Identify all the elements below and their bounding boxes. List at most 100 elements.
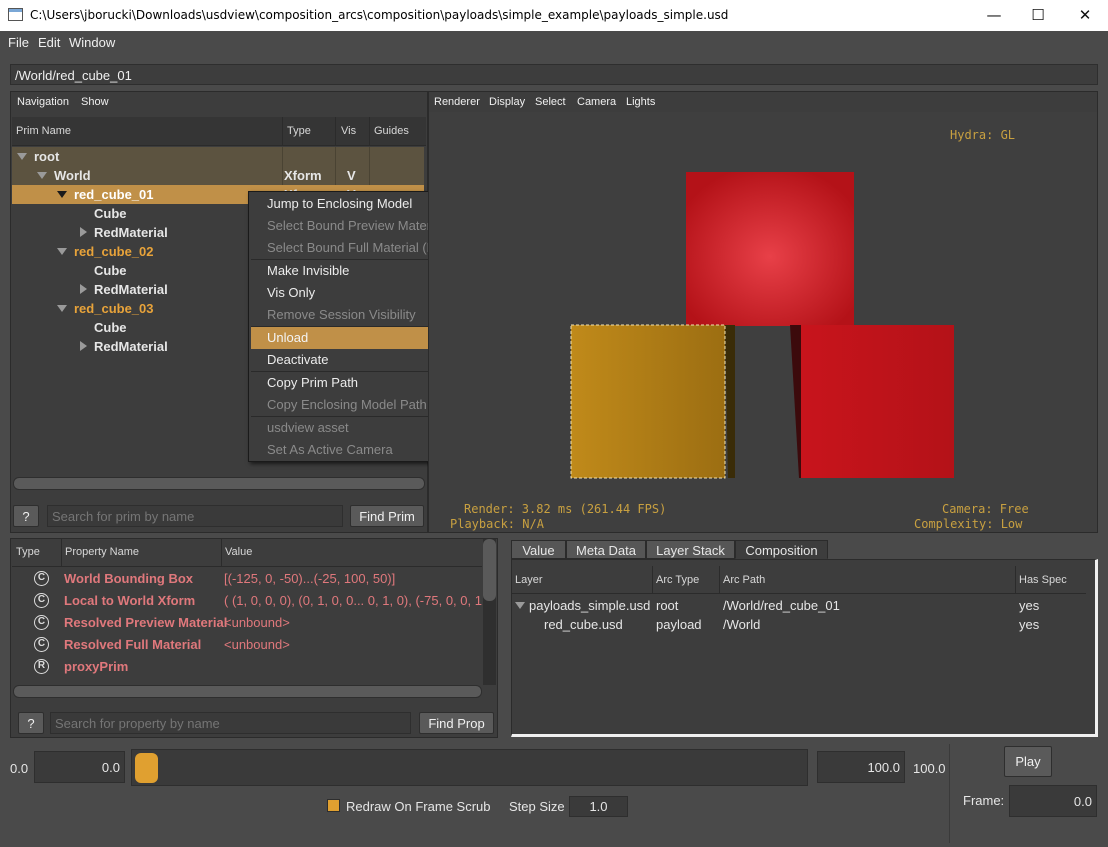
menu-file[interactable]: File (8, 35, 29, 50)
play-button[interactable]: Play (1004, 746, 1052, 777)
red-cube-02-face[interactable] (686, 172, 854, 326)
scrollbar-thumb[interactable] (483, 539, 496, 601)
render-stats: Render: 3.82 ms (261.44 FPS) (464, 502, 667, 516)
expand-arrow-icon[interactable] (57, 248, 67, 255)
property-row[interactable]: C Resolved Preview Material <unbound> (12, 612, 482, 634)
property-table: C World Bounding Box [(-125, 0, -50)...(… (12, 568, 482, 684)
red-cube-03-face[interactable] (801, 325, 954, 478)
expand-arrow-icon[interactable] (37, 172, 47, 179)
menu-edit[interactable]: Edit (38, 35, 60, 50)
redraw-label: Redraw On Frame Scrub (346, 799, 491, 814)
prim-help-button[interactable]: ? (13, 505, 39, 527)
menu-bar: File Edit Window (0, 31, 1108, 53)
window-titlebar: C:\Users\jborucki\Downloads\usdview\comp… (0, 0, 1108, 31)
find-prim-button[interactable]: Find Prim (350, 505, 424, 527)
column-guides[interactable]: Guides (374, 125, 409, 137)
collapsed-arrow-icon[interactable] (80, 341, 87, 351)
property-row[interactable]: C Resolved Full Material <unbound> (12, 634, 482, 656)
menu-window[interactable]: Window (69, 35, 115, 50)
computed-icon: C (34, 615, 49, 630)
composition-row[interactable]: red_cube.usd payload /World yes (512, 615, 1086, 634)
selected-cube-side (725, 325, 735, 478)
redraw-checkbox[interactable] (327, 799, 340, 812)
property-row[interactable]: R proxyPrim (12, 656, 482, 678)
prim-search-input[interactable] (47, 505, 343, 527)
menu-camera[interactable]: Camera (577, 96, 616, 108)
start-frame-field[interactable]: 0.0 (34, 751, 125, 783)
column-arc-type[interactable]: Arc Type (656, 574, 699, 586)
tab-meta-data[interactable]: Meta Data (566, 540, 646, 559)
tab-value[interactable]: Value (511, 540, 566, 559)
menu-show[interactable]: Show (81, 96, 109, 108)
relationship-icon: R (34, 659, 49, 674)
viewport-menubar: Renderer Display Select Camera Lights (429, 92, 1097, 112)
property-search-input[interactable] (50, 712, 411, 734)
frame-field[interactable]: 0.0 (1009, 785, 1097, 817)
tab-composition[interactable]: Composition (735, 540, 828, 559)
column-prim-name[interactable]: Prim Name (16, 125, 71, 137)
frame-slider[interactable] (131, 749, 808, 786)
menu-renderer[interactable]: Renderer (434, 96, 480, 108)
menu-lights[interactable]: Lights (626, 96, 655, 108)
end-frame-label: 100.0 (913, 761, 946, 776)
end-frame-field[interactable]: 100.0 (817, 751, 905, 783)
prim-path-field[interactable]: /World/red_cube_01 (10, 64, 1098, 85)
column-layer[interactable]: Layer (515, 574, 543, 586)
menu-display[interactable]: Display (489, 96, 525, 108)
property-row[interactable]: C Local to World Xform ( (1, 0, 0, 0), (… (12, 590, 482, 612)
column-property-name[interactable]: Property Name (65, 546, 139, 558)
property-table-header: Type Property Name Value (12, 539, 482, 567)
frame-label: Frame: (963, 793, 1005, 808)
step-size-field[interactable]: 1.0 (569, 796, 628, 817)
column-has-spec[interactable]: Has Spec (1019, 574, 1067, 586)
tab-layer-stack[interactable]: Layer Stack (646, 540, 735, 559)
tree-row-root[interactable]: root (12, 147, 424, 166)
tree-row-world[interactable]: World Xform V (12, 166, 424, 185)
playback-status: Playback: N/A (450, 517, 544, 531)
camera-status: Camera: Free (942, 502, 1029, 516)
computed-icon: C (34, 637, 49, 652)
composition-table: Layer Arc Type Arc Path Has Spec payload… (511, 559, 1098, 737)
horizontal-scrollbar[interactable] (13, 685, 482, 698)
expand-arrow-icon[interactable] (57, 305, 67, 312)
hydra-label: Hydra: GL (950, 128, 1016, 142)
column-arc-path[interactable]: Arc Path (723, 574, 765, 586)
composition-table-header: Layer Arc Type Arc Path Has Spec (512, 566, 1086, 594)
vertical-scrollbar[interactable] (483, 539, 496, 685)
column-type[interactable]: Type (16, 546, 40, 558)
expand-arrow-icon[interactable] (515, 602, 525, 609)
prim-browser-menubar: Navigation Show (11, 92, 427, 112)
collapsed-arrow-icon[interactable] (80, 227, 87, 237)
viewport-canvas[interactable] (429, 112, 1097, 532)
property-help-button[interactable]: ? (18, 712, 44, 734)
find-prop-button[interactable]: Find Prop (419, 712, 494, 734)
expand-arrow-icon[interactable] (57, 191, 67, 198)
computed-icon: C (34, 593, 49, 608)
viewport-panel: Renderer Display Select Camera Lights Hy… (428, 91, 1098, 533)
column-vis[interactable]: Vis (341, 125, 356, 137)
minimize-icon[interactable]: — (971, 0, 1017, 31)
horizontal-scrollbar[interactable] (13, 477, 425, 490)
column-type[interactable]: Type (287, 125, 311, 137)
start-frame-label: 0.0 (10, 761, 29, 776)
inspector-panel: Value Meta Data Layer Stack Composition … (500, 538, 1098, 738)
red-cube-01-selected-face[interactable] (570, 324, 726, 479)
frame-slider-handle[interactable] (135, 753, 158, 783)
inspector-tabs: Value Meta Data Layer Stack Composition (511, 540, 1098, 560)
property-row[interactable]: C World Bounding Box [(-125, 0, -50)...(… (12, 568, 482, 590)
collapsed-arrow-icon[interactable] (80, 284, 87, 294)
column-value[interactable]: Value (225, 546, 252, 558)
property-browser-panel: Type Property Name Value C World Boundin… (10, 538, 498, 738)
red-cube-03-side (790, 325, 801, 478)
expand-arrow-icon[interactable] (17, 153, 27, 160)
close-icon[interactable]: ✕ (1062, 0, 1108, 31)
menu-navigation[interactable]: Navigation (17, 96, 69, 108)
divider (949, 744, 950, 843)
step-size-label: Step Size (509, 799, 565, 814)
menu-select[interactable]: Select (535, 96, 566, 108)
prim-tree-header: Prim Name Type Vis Guides (12, 117, 426, 146)
maximize-icon[interactable]: ☐ (1015, 0, 1061, 31)
window-title: C:\Users\jborucki\Downloads\usdview\comp… (30, 8, 729, 22)
composition-row[interactable]: payloads_simple.usd root /World/red_cube… (512, 596, 1086, 615)
computed-icon: C (34, 571, 49, 586)
